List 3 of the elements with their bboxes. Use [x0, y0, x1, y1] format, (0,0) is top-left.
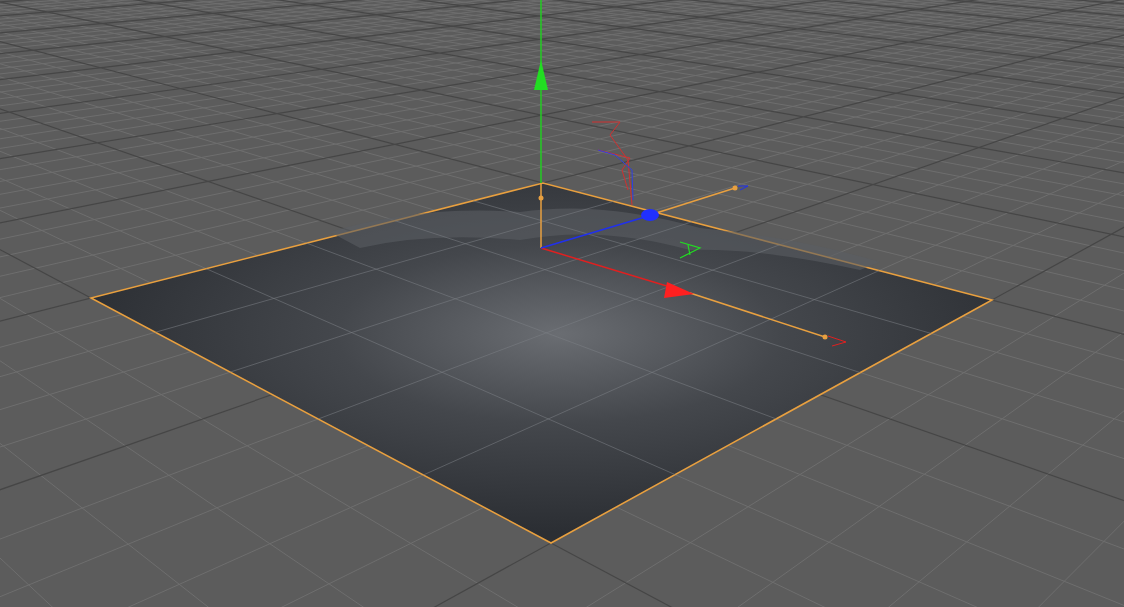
- landscape-plane[interactable]: [88, 182, 995, 544]
- move-gizmo-drawing[interactable]: [534, 0, 847, 347]
- viewport[interactable]: [0, 0, 1124, 607]
